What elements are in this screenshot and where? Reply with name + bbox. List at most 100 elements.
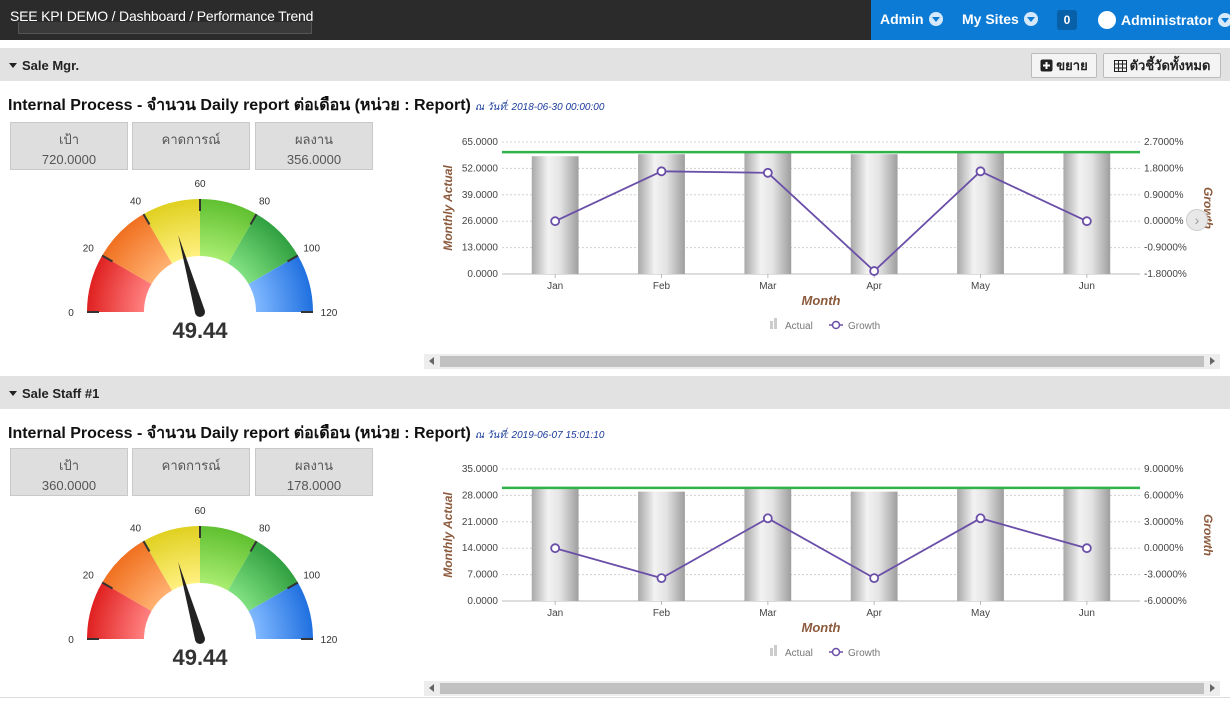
x-tick-label: Feb [653,281,671,292]
y2-tick-label: 0.0000% [1144,543,1184,554]
result-box: ผลงาน 178.0000 [255,448,373,496]
top-nav: Admin My Sites 0 Administrator [871,0,1230,40]
scroll-left-arrow-icon[interactable] [429,684,434,692]
y-tick-label: 13.0000 [462,243,499,254]
bar-actual-feb [638,491,685,601]
scrollbar-thumb[interactable] [440,683,1204,694]
x-axis-title: Month [802,293,841,308]
growth-point-may [975,166,986,177]
result-value: 356.0000 [286,152,342,167]
scroll-right-arrow-icon[interactable] [1210,684,1215,692]
growth-point-jan [550,216,561,227]
gauge-tick-label: 40 [130,196,142,207]
chart-scrollbar[interactable] [424,354,1220,369]
gauge-tick-label: 0 [68,635,74,646]
expand-button[interactable]: ขยาย [1031,53,1097,78]
scroll-right-arrow-icon[interactable] [1210,357,1215,365]
x-tick-label: Jun [1079,608,1095,619]
target-box: เป้า 360.0000 [10,448,128,496]
chevron-down-icon [928,12,943,26]
x-tick-label: Mar [759,281,777,292]
growth-point-apr [869,573,880,584]
kpi-title-text: Internal Process - จำนวน Daily report ต่… [8,97,471,114]
y-tick-label: 52.0000 [462,163,499,174]
target-value: 720.0000 [41,152,97,167]
gauge-tick-label: 120 [321,308,338,319]
gauge-tick-label: 100 [303,244,320,255]
notification-count-badge[interactable]: 0 [1057,10,1077,30]
kpi-title: Internal Process - จำนวน Daily report ต่… [8,93,604,118]
as-of-date: ณ วันที่: 2018-06-30 00:00:00 [474,102,605,113]
gauge-tick-label: 60 [194,506,206,517]
y-tick-label: 7.0000 [467,570,498,581]
y2-tick-label: 9.0000% [1144,464,1184,475]
result-box: ผลงาน 356.0000 [255,122,373,170]
chevron-right-icon[interactable]: › [1186,209,1208,231]
gauge-tick-label: 20 [83,244,95,255]
panel-title-text: Sale Mgr. [22,58,80,73]
chart-scrollbar[interactable] [424,681,1220,696]
y2-tick-label: 0.0000% [1144,216,1184,227]
gauge-tick-label: 80 [259,196,271,207]
y-tick-label: 0.0000 [467,596,498,607]
result-value: 178.0000 [286,478,342,493]
y2-tick-label: 6.0000% [1144,490,1184,501]
my-sites-menu[interactable]: My Sites [962,11,1038,27]
gauge-chart: 0 20 40 60 80 100 120 49.44 [68,506,338,670]
gauge-tick-label: 20 [83,571,95,582]
avatar [1098,11,1116,29]
admin-menu-label: Admin [880,11,924,27]
gauge-chart: 0 20 40 60 80 100 120 49.44 [68,179,338,343]
admin-menu[interactable]: Admin [880,11,943,27]
y2-axis-title: Growth [1201,514,1215,556]
legend-actual-icon [774,318,777,329]
x-tick-label: Jan [547,608,563,619]
y-tick-label: 26.0000 [462,216,499,227]
gauge-tick-label: 100 [303,571,320,582]
all-kpi-button-label: ตัวชี้วัดทั้งหมด [1129,58,1211,73]
y-tick-label: 35.0000 [462,464,499,475]
gauge-value: 49.44 [172,318,228,343]
legend-actual-icon [774,645,777,656]
my-sites-label: My Sites [962,11,1019,27]
y2-tick-label: 2.7000% [1144,137,1184,148]
panel-title: Sale Mgr. [9,58,79,73]
panel-header-sale-staff[interactable]: Sale Staff #1 [0,376,1230,409]
user-menu[interactable]: Administrator [1098,11,1230,29]
breadcrumb[interactable]: SEE KPI DEMO / Dashboard / Performance T… [10,8,313,24]
y-tick-label: 28.0000 [462,490,499,501]
all-kpi-button[interactable]: ตัวชี้วัดทั้งหมด [1103,53,1221,78]
gauge-needle-hub [195,307,205,317]
growth-point-jun [1081,216,1092,227]
x-tick-label: May [971,608,990,619]
bar-actual-may [957,487,1004,601]
legend-actual-label: Actual [785,648,813,659]
y-tick-label: 21.0000 [462,517,499,528]
y-axis-title: Monthly Actual [441,165,455,251]
legend-growth-icon [831,647,841,657]
growth-point-feb [656,573,667,584]
gauge-tick-label: 80 [259,523,271,534]
growth-point-jun [1081,543,1092,554]
x-tick-label: Jun [1079,281,1095,292]
y-tick-label: 14.0000 [462,543,499,554]
trend-chart: 0.0000 13.0000 26.0000 39.0000 52.0000 65.000… [441,137,1215,332]
x-tick-label: Apr [866,281,882,292]
top-bar: SEE KPI DEMO / Dashboard / Performance T… [0,0,1230,40]
x-tick-label: Feb [653,608,671,619]
kpi-title-text: Internal Process - จำนวน Daily report ต่… [8,425,471,442]
y2-tick-label: -1.8000% [1144,269,1187,280]
legend-actual-icon [770,648,773,656]
growth-point-mar [762,167,773,178]
target-box: เป้า 720.0000 [10,122,128,170]
x-tick-label: May [971,281,990,292]
y2-tick-label: 3.0000% [1144,517,1184,528]
plus-square-icon [1040,59,1053,72]
scroll-left-arrow-icon[interactable] [429,357,434,365]
panel-header-sale-mgr[interactable]: Sale Mgr. ขยาย ตัวชี้วัดทั้งหมด [0,48,1230,81]
y2-tick-label: -6.0000% [1144,596,1187,607]
y-axis-title: Monthly Actual [441,492,455,578]
scrollbar-thumb[interactable] [440,356,1204,367]
gauge-tick-label: 120 [321,635,338,646]
y-tick-label: 65.0000 [462,137,499,148]
